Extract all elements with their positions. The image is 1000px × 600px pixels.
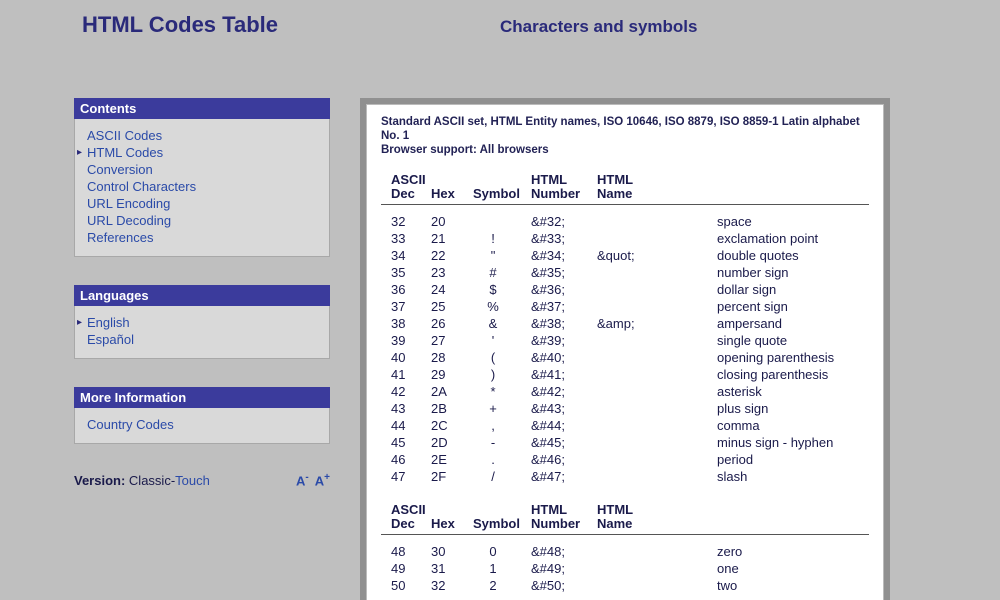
- table-row: 3725%&#37;percent sign: [391, 298, 869, 315]
- table-row: 452D-&#45;minus sign - hyphen: [391, 434, 869, 451]
- version-row: Version: Classic - Touch A- A+: [74, 472, 330, 488]
- sidebar-item-contents-1[interactable]: HTML Codes: [87, 144, 319, 161]
- languages-heading: Languages: [74, 285, 330, 306]
- font-decrease-button[interactable]: A-: [296, 472, 309, 488]
- table-header: ASCIIDec Hex Symbol HTMLNumber HTMLName: [381, 503, 869, 535]
- languages-list: EnglishEspañol: [87, 314, 319, 348]
- table-row: 422A*&#42;asterisk: [391, 383, 869, 400]
- page-subtitle: Characters and symbols: [500, 17, 697, 37]
- sidebar-item-contents-4[interactable]: URL Encoding: [87, 195, 319, 212]
- more-info-heading: More Information: [74, 387, 330, 408]
- version-touch-link[interactable]: Touch: [175, 473, 210, 488]
- table-row: 4129)&#41;closing parenthesis: [391, 366, 869, 383]
- table-row: 3927'&#39;single quote: [391, 332, 869, 349]
- table-row: 3523#&#35;number sign: [391, 264, 869, 281]
- sidebar-item-contents-6[interactable]: References: [87, 229, 319, 246]
- contents-list: ASCII CodesHTML CodesConversionControl C…: [87, 127, 319, 246]
- codes-card: Standard ASCII set, HTML Entity names, I…: [366, 104, 884, 600]
- table-row: 432B+&#43;plus sign: [391, 400, 869, 417]
- card-note: Standard ASCII set, HTML Entity names, I…: [381, 115, 869, 157]
- version-label: Version:: [74, 473, 125, 488]
- languages-panel: Languages EnglishEspañol: [74, 285, 330, 359]
- sidebar-item-contents-2[interactable]: Conversion: [87, 161, 319, 178]
- sidebar-item-language-0[interactable]: English: [87, 314, 319, 331]
- table-row: 3826&&#38;&amp;ampersand: [391, 315, 869, 332]
- sidebar-item-language-1[interactable]: Español: [87, 331, 319, 348]
- sidebar: Contents ASCII CodesHTML CodesConversion…: [74, 98, 330, 600]
- font-increase-button[interactable]: A+: [315, 472, 330, 488]
- table-row: 3321!&#33;exclamation point: [391, 230, 869, 247]
- sidebar-item-more-0[interactable]: Country Codes: [87, 416, 319, 433]
- version-classic: Classic: [129, 473, 171, 488]
- table-row: 49311&#49;one: [391, 560, 869, 577]
- table-row: 50322&#50;two: [391, 577, 869, 594]
- main-panel: Standard ASCII set, HTML Entity names, I…: [360, 98, 890, 600]
- table-row: 4028(&#40;opening parenthesis: [391, 349, 869, 366]
- table-row: 462E.&#46;period: [391, 451, 869, 468]
- table-header: ASCIIDec Hex Symbol HTMLNumber HTMLName: [381, 173, 869, 205]
- table-row: 472F/&#47;slash: [391, 468, 869, 485]
- table-row: 442C,&#44;comma: [391, 417, 869, 434]
- page-header: HTML Codes Table Characters and symbols: [0, 0, 1000, 38]
- contents-panel: Contents ASCII CodesHTML CodesConversion…: [74, 98, 330, 257]
- table-row: 3220&#32;space: [391, 213, 869, 230]
- ascii-table-block-1: ASCIIDec Hex Symbol HTMLNumber HTMLName …: [381, 173, 869, 485]
- more-info-panel: More Information Country Codes: [74, 387, 330, 444]
- sidebar-item-contents-0[interactable]: ASCII Codes: [87, 127, 319, 144]
- more-info-list: Country Codes: [87, 416, 319, 433]
- page-title: HTML Codes Table: [82, 12, 500, 38]
- table-row: 48300&#48;zero: [391, 543, 869, 560]
- sidebar-item-contents-5[interactable]: URL Decoding: [87, 212, 319, 229]
- table-row: 3422"&#34;&quot;double quotes: [391, 247, 869, 264]
- ascii-table-block-2: ASCIIDec Hex Symbol HTMLNumber HTMLName …: [381, 503, 869, 594]
- contents-heading: Contents: [74, 98, 330, 119]
- table-row: 3624$&#36;dollar sign: [391, 281, 869, 298]
- sidebar-item-contents-3[interactable]: Control Characters: [87, 178, 319, 195]
